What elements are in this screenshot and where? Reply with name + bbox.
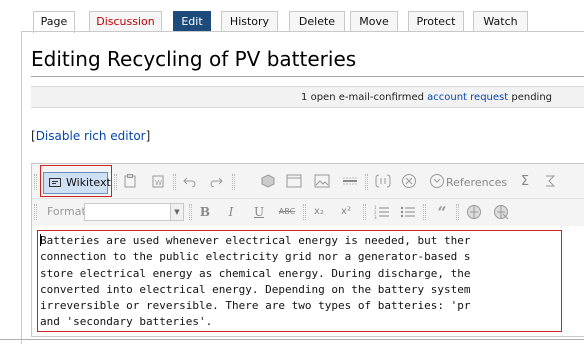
editor-line: converted into electrical energy. Depend…: [40, 282, 471, 296]
subscript-button[interactable]: x₂: [310, 203, 328, 221]
account-request-notice: 1 open e-mail-confirmed account request …: [31, 86, 584, 108]
tab-divider: [22, 31, 584, 32]
tab-watch[interactable]: Watch: [473, 11, 528, 31]
paste-icon[interactable]: [120, 171, 140, 191]
redo-icon[interactable]: [206, 171, 226, 191]
content-frame-border: [21, 31, 22, 344]
references-button[interactable]: References: [446, 173, 507, 193]
tab-protect[interactable]: Protect: [408, 11, 464, 31]
superscript-button[interactable]: x²: [337, 203, 355, 221]
tab-history[interactable]: History: [221, 11, 278, 31]
italic-button[interactable]: I: [222, 203, 240, 221]
toolbar-separator: [173, 174, 176, 190]
account-request-link[interactable]: account request: [427, 92, 508, 103]
bold-button[interactable]: B: [196, 203, 214, 221]
wikitext-label: Wikitext: [66, 176, 111, 189]
toolbar-separator: [456, 204, 459, 220]
editor-textarea[interactable]: Batteries are used whenever electrical e…: [37, 230, 562, 332]
toolbar-row-1: W References Σ: [32, 169, 584, 197]
link-icon[interactable]: [464, 202, 484, 222]
sigma-icon[interactable]: Σ: [515, 171, 535, 191]
tab-discussion[interactable]: Discussion: [89, 11, 162, 31]
underline-button[interactable]: U: [250, 203, 268, 221]
editor-line: Batteries are used whenever electrical e…: [40, 234, 471, 247]
editor-line: and 'secondary batteries'.: [40, 315, 213, 329]
source-icon: [49, 178, 61, 187]
signature-icon[interactable]: [399, 171, 419, 191]
numbered-list-icon[interactable]: 123: [372, 202, 392, 222]
toolbar-separator: [232, 174, 235, 190]
strikethrough-button[interactable]: ABC: [278, 203, 296, 221]
tab-delete[interactable]: Delete: [289, 11, 345, 31]
notice-suffix: pending: [508, 92, 552, 103]
title-divider: [31, 76, 584, 77]
page-title: Editing Recycling of PV batteries: [31, 47, 357, 71]
more-icon[interactable]: [540, 171, 560, 191]
notice-text: 1 open e-mail-confirmed: [301, 92, 428, 103]
references-icon[interactable]: [427, 171, 447, 191]
tab-page[interactable]: Page: [33, 11, 75, 33]
editor-line: store electrical energy as chemical ener…: [40, 266, 471, 280]
toolbar-separator: [363, 204, 366, 220]
editor-line: irreversible or reversible. There are tw…: [40, 299, 471, 313]
chevron-down-icon: ▼: [170, 204, 183, 220]
undo-icon[interactable]: [180, 171, 200, 191]
toolbar-separator: [34, 204, 37, 220]
editor-toolbar: W References Σ Format ▼ B I U ABC x₂ x² …: [32, 164, 584, 226]
image-icon[interactable]: [312, 171, 332, 191]
unlink-icon[interactable]: [491, 202, 511, 222]
rich-text-editor: W References Σ Format ▼ B I U ABC x₂ x² …: [31, 163, 584, 337]
toolbar-separator: [423, 204, 426, 220]
toolbar-separator: [365, 174, 368, 190]
svg-text:W: W: [155, 179, 162, 187]
rich-editor-toggle: [Disable rich editor]: [31, 128, 150, 144]
toolbar-separator: [303, 204, 306, 220]
editor-line: connection to the public electricity gri…: [40, 250, 471, 264]
paste-word-icon[interactable]: W: [148, 171, 168, 191]
wikitext-button[interactable]: Wikitext: [43, 172, 111, 194]
svg-text:3: 3: [374, 215, 377, 219]
tab-move[interactable]: Move: [350, 11, 398, 31]
table-icon[interactable]: [284, 171, 304, 191]
disable-rich-editor-link[interactable]: Disable rich editor: [36, 129, 146, 143]
magic-word-icon[interactable]: [373, 171, 393, 191]
format-label: Format: [47, 205, 86, 218]
toolbar-separator: [34, 174, 37, 190]
quote-icon[interactable]: “: [432, 202, 452, 222]
format-select[interactable]: ▼: [84, 203, 184, 221]
toolbar-separator: [189, 204, 192, 220]
template-icon[interactable]: [258, 171, 278, 191]
page-tabs: Page Discussion Edit History Delete Move…: [0, 0, 584, 34]
horizontal-rule-icon[interactable]: [340, 171, 360, 191]
rich-editor-close-bracket: ]: [145, 129, 151, 143]
toolbar-separator: [114, 174, 117, 190]
bulleted-list-icon[interactable]: [398, 202, 418, 222]
page-bottom-border: [0, 339, 584, 340]
tab-edit[interactable]: Edit: [173, 11, 211, 31]
toolbar-row-2: Format ▼ B I U ABC x₂ x² 123 “: [32, 198, 584, 227]
